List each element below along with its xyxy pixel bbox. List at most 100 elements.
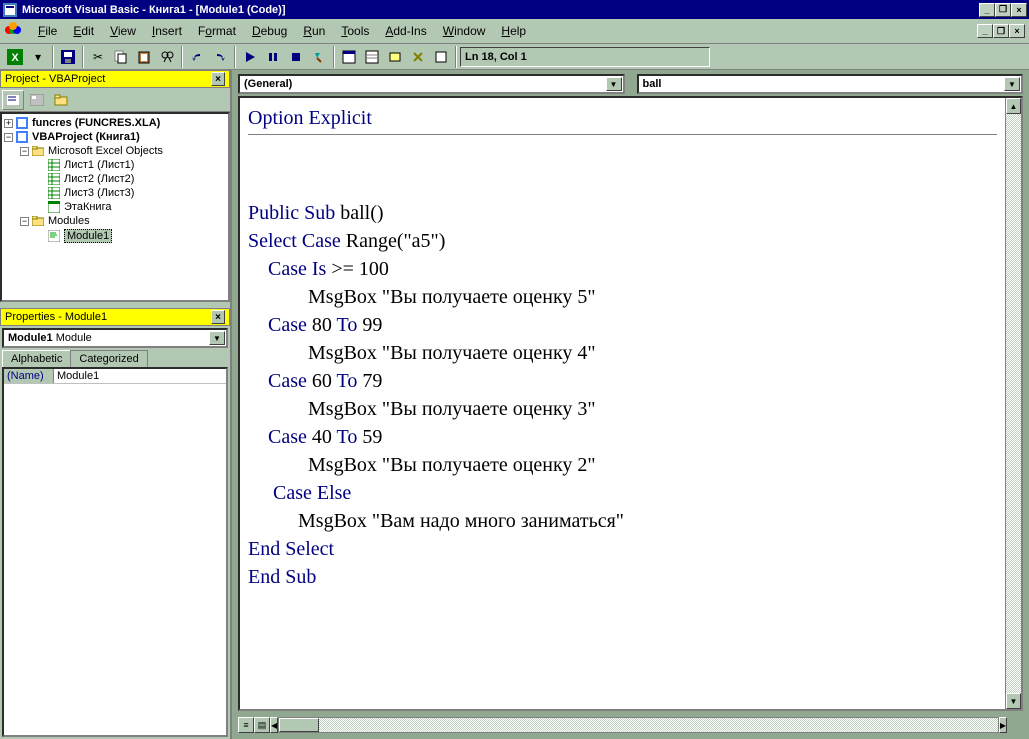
tree-expand-icon[interactable]: − xyxy=(20,147,29,156)
excel-icon[interactable]: X xyxy=(4,46,26,68)
view-object-button[interactable] xyxy=(26,90,48,110)
tree-item[interactable]: Лист3 (Лист3) xyxy=(4,186,226,200)
properties-object-type: Module xyxy=(56,332,92,344)
tree-expand-icon[interactable]: − xyxy=(20,217,29,226)
break-button[interactable] xyxy=(262,46,284,68)
toggle-folders-button[interactable] xyxy=(50,90,72,110)
menu-edit[interactable]: Edit xyxy=(65,21,102,41)
tree-expand-icon[interactable]: + xyxy=(4,119,13,128)
toolbox-button[interactable] xyxy=(407,46,429,68)
procedure-selector[interactable]: ball ▼ xyxy=(637,74,1024,94)
menu-insert[interactable]: Insert xyxy=(144,21,190,41)
menu-debug[interactable]: Debug xyxy=(244,21,295,41)
cut-button[interactable]: ✂ xyxy=(87,46,109,68)
copy-button[interactable] xyxy=(110,46,132,68)
scroll-right-button[interactable]: ▶ xyxy=(999,717,1007,733)
find-button[interactable] xyxy=(156,46,178,68)
tree-item[interactable]: −Modules xyxy=(4,214,226,228)
module-icon xyxy=(48,230,62,242)
project-tree[interactable]: +funcres (FUNCRES.XLA)−VBAProject (Книга… xyxy=(0,112,230,302)
horizontal-scroll-thumb[interactable] xyxy=(279,718,319,732)
paste-button[interactable] xyxy=(133,46,155,68)
scroll-track[interactable] xyxy=(1006,114,1021,693)
menubar: FileEditViewInsertFormatDebugRunToolsAdd… xyxy=(0,19,1029,44)
app-icon xyxy=(2,2,18,18)
property-row[interactable]: (Name)Module1 xyxy=(4,369,226,384)
properties-tab-alphabetic[interactable]: Alphabetic xyxy=(2,350,71,367)
scroll-down-button[interactable]: ▼ xyxy=(1006,693,1021,709)
scroll-left-button[interactable]: ◀ xyxy=(270,717,278,733)
book-icon xyxy=(48,201,62,213)
properties-grid[interactable]: (Name)Module1 xyxy=(2,367,228,737)
properties-panel-title-text: Properties - Module1 xyxy=(5,311,107,323)
project-panel-close-button[interactable]: × xyxy=(211,72,225,86)
position-indicator: Ln 18, Col 1 xyxy=(460,47,710,67)
minimize-button[interactable]: _ xyxy=(979,3,995,17)
properties-object-selector[interactable]: Module1 Module ▼ xyxy=(2,328,228,348)
menu-format[interactable]: Format xyxy=(190,21,244,41)
scroll-up-button[interactable]: ▲ xyxy=(1006,98,1021,114)
maximize-button[interactable]: ❐ xyxy=(995,3,1011,17)
tree-item[interactable]: −Microsoft Excel Objects xyxy=(4,144,226,158)
project-panel-title-text: Project - VBAProject xyxy=(5,73,105,85)
tree-label: ЭтаКнига xyxy=(64,201,111,213)
tree-item[interactable]: − VBAProject (Книга1) xyxy=(4,130,226,144)
redo-button[interactable] xyxy=(209,46,231,68)
object-selector-value: (General) xyxy=(244,78,292,90)
menu-tools[interactable]: Tools xyxy=(333,21,377,41)
window-title: Microsoft Visual Basic - Книга1 - [Modul… xyxy=(22,4,979,16)
design-mode-button[interactable] xyxy=(308,46,330,68)
project-explorer-button[interactable] xyxy=(338,46,360,68)
tree-expand-icon[interactable]: − xyxy=(4,133,13,142)
tree-item[interactable]: Module1 xyxy=(4,228,226,244)
undo-button[interactable] xyxy=(186,46,208,68)
properties-panel-close-button[interactable]: × xyxy=(211,310,225,324)
cursor-position: Ln 18, Col 1 xyxy=(465,51,527,63)
project-panel-title: Project - VBAProject × xyxy=(0,70,230,88)
close-button[interactable]: × xyxy=(1011,3,1027,17)
toolbar: X ▾ ✂ Ln 18, Col 1 xyxy=(0,44,1029,70)
dropdown-icon[interactable]: ▼ xyxy=(209,331,225,345)
object-browser-button[interactable] xyxy=(384,46,406,68)
tree-label: VBAProject (Книга1) xyxy=(32,131,140,143)
titlebar: Microsoft Visual Basic - Книга1 - [Modul… xyxy=(0,0,1029,19)
help-button[interactable] xyxy=(430,46,452,68)
code-editor[interactable]: Option Explicit Public Sub ball() Select… xyxy=(240,98,1005,709)
tree-item[interactable]: ЭтаКнига xyxy=(4,200,226,214)
mdi-close-button[interactable]: × xyxy=(1009,24,1025,38)
menu-window[interactable]: Window xyxy=(435,21,494,41)
properties-panel-title: Properties - Module1 × xyxy=(0,308,230,326)
properties-button[interactable] xyxy=(361,46,383,68)
tree-label: funcres (FUNCRES.XLA) xyxy=(32,117,160,129)
menu-run[interactable]: Run xyxy=(295,21,333,41)
insert-button[interactable]: ▾ xyxy=(27,46,49,68)
dropdown-icon[interactable]: ▼ xyxy=(1004,77,1020,91)
property-value[interactable]: Module1 xyxy=(54,369,226,383)
folder-icon xyxy=(32,216,46,226)
vertical-scrollbar[interactable]: ▲ ▼ xyxy=(1005,98,1021,709)
view-code-button[interactable] xyxy=(2,90,24,110)
save-button[interactable] xyxy=(57,46,79,68)
tree-item[interactable]: + funcres (FUNCRES.XLA) xyxy=(4,116,226,130)
mdi-minimize-button[interactable]: _ xyxy=(977,24,993,38)
menu-file[interactable]: File xyxy=(30,21,65,41)
tree-item[interactable]: Лист1 (Лист1) xyxy=(4,158,226,172)
tree-label: Лист3 (Лист3) xyxy=(64,187,134,199)
horizontal-scroll-track[interactable] xyxy=(278,717,999,733)
run-button[interactable] xyxy=(239,46,261,68)
object-selector[interactable]: (General) ▼ xyxy=(238,74,625,94)
properties-tab-categorized[interactable]: Categorized xyxy=(70,350,147,367)
sheet-icon xyxy=(48,173,62,185)
tree-label: Лист1 (Лист1) xyxy=(64,159,134,171)
tree-item[interactable]: Лист2 (Лист2) xyxy=(4,172,226,186)
project-toolbar xyxy=(0,88,230,112)
menu-help[interactable]: Help xyxy=(493,21,534,41)
procedure-view-button[interactable]: ≡ xyxy=(238,717,254,733)
reset-button[interactable] xyxy=(285,46,307,68)
menu-view[interactable]: View xyxy=(102,21,144,41)
mdi-restore-button[interactable]: ❐ xyxy=(993,24,1009,38)
vba-icon xyxy=(4,21,24,41)
full-view-button[interactable]: ▤ xyxy=(254,717,270,733)
menu-add-ins[interactable]: Add-Ins xyxy=(377,21,434,41)
dropdown-icon[interactable]: ▼ xyxy=(606,77,622,91)
